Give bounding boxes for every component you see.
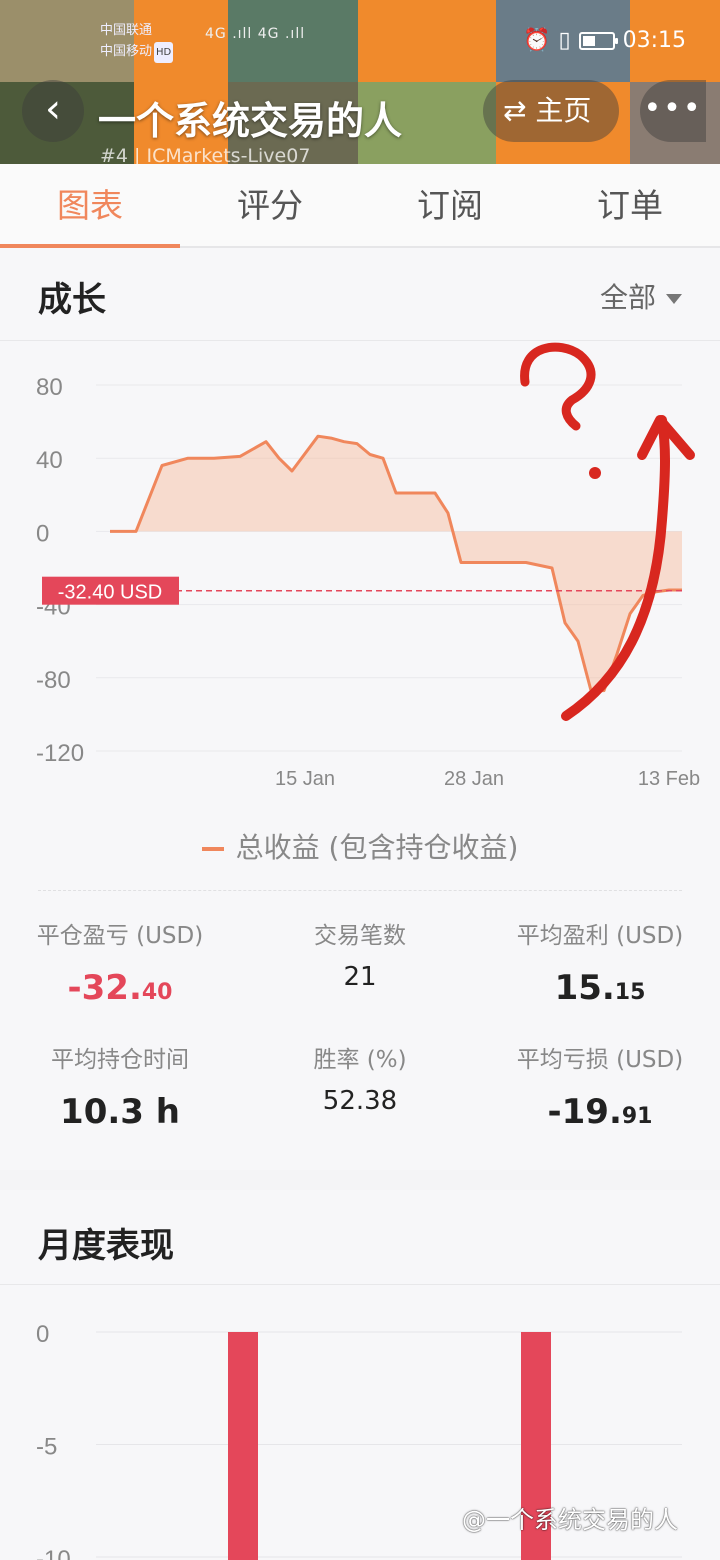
stat-value: 15.15 — [554, 968, 646, 1008]
x-tick-label: 15 Jan — [275, 768, 335, 790]
home-label: ⇄ 主页 — [503, 94, 592, 127]
tab-label: 图表 — [57, 186, 123, 225]
y-tick-label: 40 — [36, 447, 63, 474]
chevron-left-icon: ‹ — [45, 86, 61, 132]
legend-swatch — [201, 847, 224, 851]
growth-chart: 80400-40-80-120-32.40 USD15 Jan 28 Jan 13 … — [36, 374, 700, 790]
stat-avg-profit: 平均盈利 (USD) 15.15 — [480, 916, 720, 1008]
y-tick-label: -10 — [36, 1546, 71, 1560]
y-tick-label: 80 — [36, 374, 63, 401]
stat-label: 平均持仓时间 — [51, 1047, 189, 1073]
hd-badge: HD — [154, 42, 174, 63]
watermark: @一个系统交易的人 — [462, 1506, 678, 1534]
battery-icon — [578, 31, 618, 50]
growth-card: 成长 全部 80 40 0 -40 -80 -120 -32.40 USD 15 Jan 28 … — [0, 248, 720, 1170]
x-tick-label: 13 Feb — [638, 768, 700, 790]
divider — [0, 1284, 720, 1285]
stat-label: 交易笔数 — [314, 923, 406, 949]
clock: 03:15 — [622, 28, 686, 53]
monthly-bar — [228, 1332, 258, 1560]
stat-value: 52.38 — [322, 1086, 398, 1116]
more-button[interactable]: ••• — [640, 80, 706, 142]
filter-label: 全部 — [599, 281, 656, 314]
stat-value: -32.40 — [67, 968, 173, 1008]
stat-label: 平均盈利 (USD) — [516, 923, 684, 949]
area-fill — [110, 436, 682, 691]
signal-icon: 4G .ıll 4G .ıll — [205, 26, 306, 42]
tab-label: 评分 — [237, 186, 303, 225]
more-icon: ••• — [643, 91, 703, 126]
stat-value: -19.91 — [547, 1092, 653, 1132]
carrier-2: 中国移动 — [100, 44, 153, 59]
tab-subscribe[interactable]: 订阅 — [360, 164, 540, 246]
divider — [0, 340, 720, 341]
tab-label: 订单 — [597, 186, 663, 225]
page-title: 一个系统交易的人 — [98, 99, 403, 143]
y-tick-label: 0 — [36, 1321, 49, 1348]
stat-label: 平仓盈亏 (USD) — [36, 923, 204, 949]
stat-avg-hold-time: 平均持仓时间 10.3 h — [0, 1040, 240, 1132]
header-banner: 中国联通 中国移动 HD 4G .ıll 4G .ıll ⏰ ▯ 03:15 ‹ … — [0, 0, 720, 164]
vibrate-icon: ▯ — [558, 28, 571, 53]
divider — [38, 890, 682, 891]
alarm-icon: ⏰ — [523, 28, 551, 53]
carrier-info: 中国联通 中国移动 HD — [100, 20, 174, 63]
y-tick-label: -5 — [36, 1434, 57, 1461]
chart-legend: 总收益 (包含持仓收益) — [0, 826, 720, 866]
range-filter[interactable]: 全部 — [600, 276, 682, 316]
stat-value: 21 — [343, 962, 377, 992]
status-right: ⏰ ▯ 03:15 — [523, 28, 686, 53]
caret-down-icon — [666, 294, 682, 304]
stat-value: 10.3 h — [60, 1092, 180, 1132]
status-bar: 中国联通 中国移动 HD 4G .ıll 4G .ıll ⏰ ▯ 03:15 — [0, 0, 720, 80]
carrier-1: 中国联通 — [100, 23, 153, 38]
tab-label: 订阅 — [417, 186, 483, 225]
growth-title: 成长 — [38, 280, 106, 320]
x-tick-label: 28 Jan — [444, 768, 504, 790]
monthly-title: 月度表现 — [38, 1226, 174, 1266]
stat-label: 胜率 (%) — [313, 1047, 407, 1073]
tab-chart[interactable]: 图表 — [0, 164, 180, 248]
stat-avg-loss: 平均亏损 (USD) -19.91 — [480, 1040, 720, 1132]
legend-label: 总收益 (包含持仓收益) — [235, 831, 519, 864]
current-value-label: -32.40 USD — [58, 582, 163, 604]
back-button[interactable]: ‹ — [22, 80, 84, 142]
home-button[interactable]: ⇄ 主页 — [483, 80, 619, 142]
stat-win-rate: 胜率 (%) 52.38 — [240, 1040, 480, 1116]
stat-label: 平均亏损 (USD) — [516, 1047, 684, 1073]
tab-bar: 图表 评分 订阅 订单 — [0, 164, 720, 248]
y-tick-label: -120 — [36, 740, 84, 767]
tab-orders[interactable]: 订单 — [540, 164, 720, 246]
y-tick-label: 0 — [36, 520, 49, 547]
stat-trade-count: 交易笔数 21 — [240, 916, 480, 992]
stat-closed-pnl: 平仓盈亏 (USD) -32.40 — [0, 916, 240, 1008]
tab-rating[interactable]: 评分 — [180, 164, 360, 246]
account-subtitle: #4 | ICMarkets-Live07 — [100, 145, 311, 164]
y-tick-label: -80 — [36, 667, 71, 694]
